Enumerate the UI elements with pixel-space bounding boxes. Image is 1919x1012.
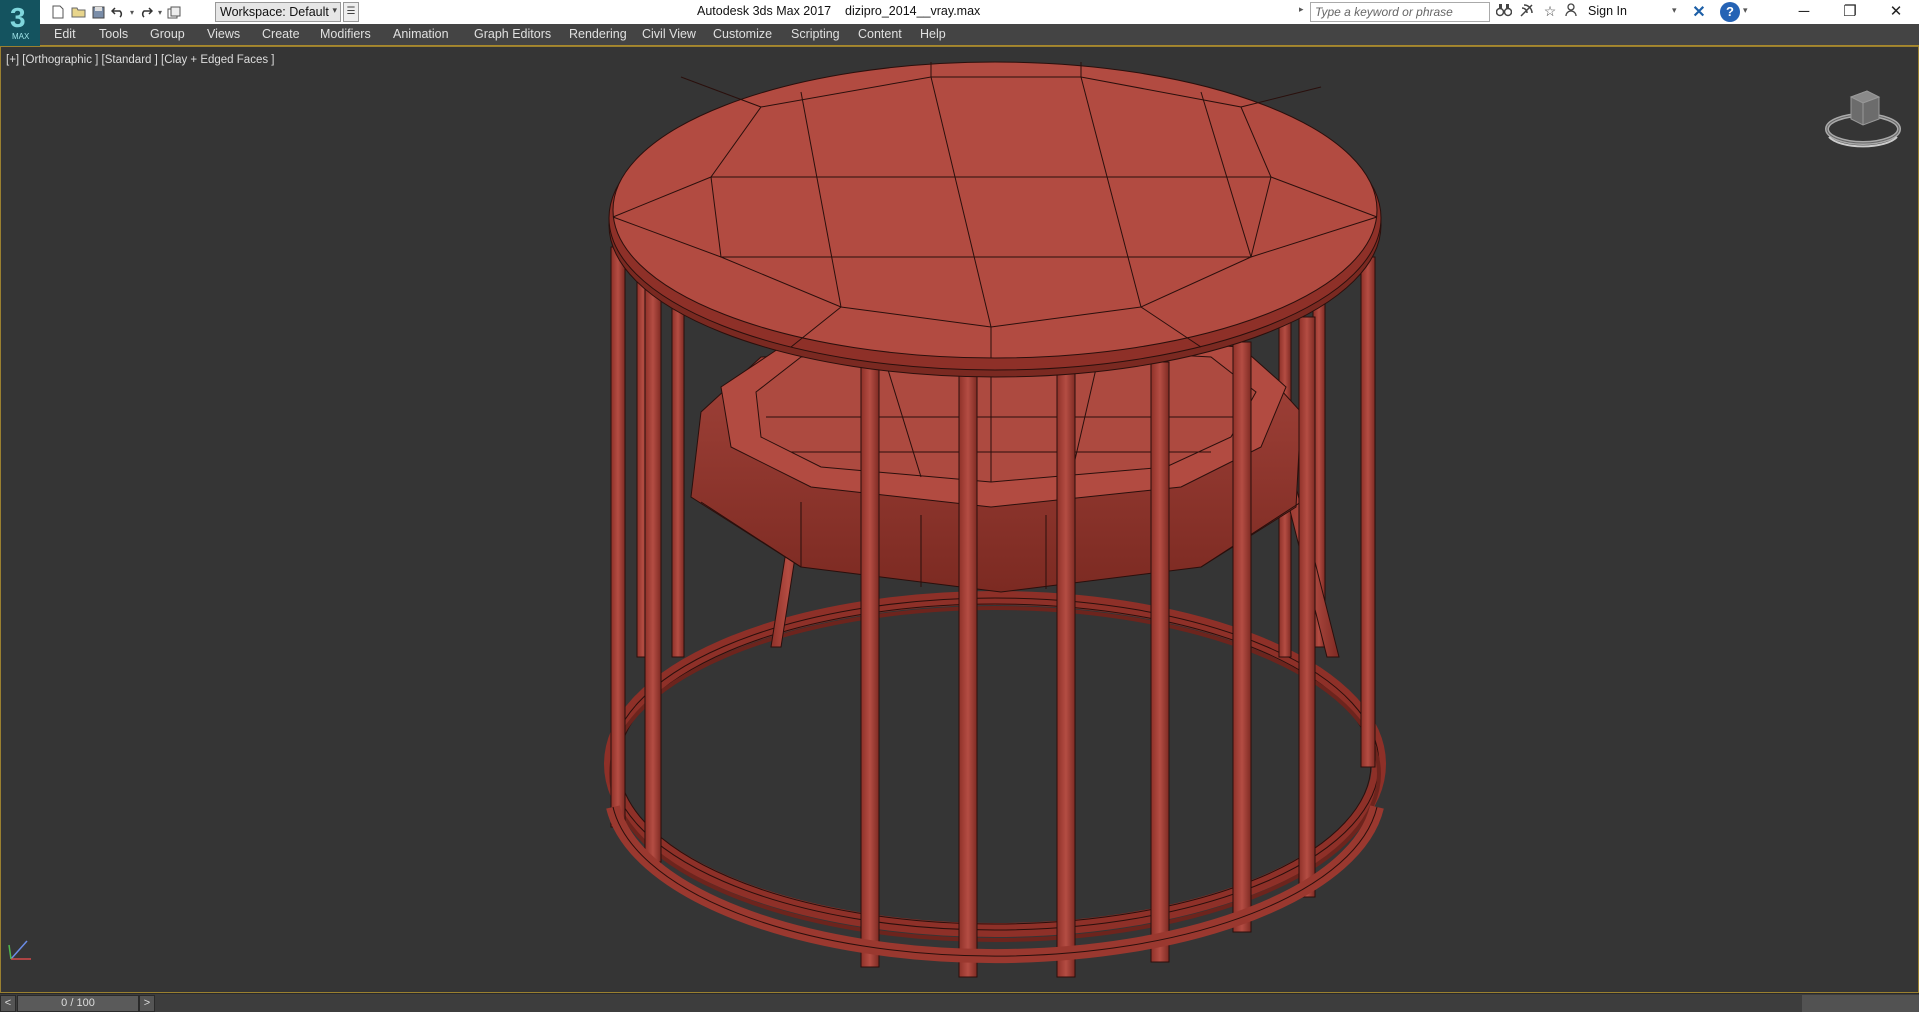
search-input[interactable]: Type a keyword or phrase: [1310, 2, 1490, 22]
previous-frame-button[interactable]: <: [0, 995, 16, 1012]
menu-bar: Edit Tools Group Views Create Modifiers …: [0, 24, 1919, 46]
next-frame-button[interactable]: >: [139, 995, 155, 1012]
close-button[interactable]: ✕: [1873, 0, 1919, 24]
menu-tools[interactable]: Tools: [99, 27, 128, 41]
axis-tripod-icon: [8, 940, 31, 960]
menu-rendering[interactable]: Rendering: [569, 27, 627, 41]
app-logo-text: 3: [10, 2, 26, 33]
title-bar: 3 MAX ▾ ▾ Workspace: Default ▾ ☰ Autodes…: [0, 0, 1919, 46]
workspace-label: Workspace: Default: [220, 5, 329, 19]
menu-create[interactable]: Create: [262, 27, 300, 41]
menu-graph-editors[interactable]: Graph Editors: [474, 27, 551, 41]
restore-button[interactable]: ❐: [1827, 0, 1873, 24]
search-placeholder: Type a keyword or phrase: [1315, 5, 1453, 19]
quick-access-toolbar: ▾ ▾: [48, 3, 184, 21]
help-button[interactable]: ?: [1720, 2, 1740, 22]
time-slider[interactable]: 0 / 100: [17, 995, 139, 1012]
minimize-button[interactable]: ─: [1781, 0, 1827, 24]
time-slider-bar: < 0 / 100 >: [0, 993, 1919, 1012]
app-logo-sub: MAX: [12, 32, 30, 41]
app-title: Autodesk 3ds Max 2017: [697, 4, 832, 18]
sign-in-dropdown-icon[interactable]: ▾: [1672, 5, 1677, 16]
table-model: [604, 61, 1386, 978]
redo-dropdown-icon[interactable]: ▾: [156, 8, 164, 17]
menu-scripting[interactable]: Scripting: [791, 27, 840, 41]
menu-content[interactable]: Content: [858, 27, 902, 41]
favorites-star-icon[interactable]: ☆: [1540, 3, 1560, 21]
viewcube-icon[interactable]: [1823, 77, 1903, 157]
sign-in-button[interactable]: Sign In: [1588, 4, 1627, 18]
open-file-icon[interactable]: [68, 3, 88, 21]
customize-quick-access-button[interactable]: ☰: [343, 2, 359, 22]
timeline-scrollbar[interactable]: [1802, 995, 1919, 1012]
undo-icon[interactable]: [108, 3, 128, 21]
menu-modifiers[interactable]: Modifiers: [320, 27, 371, 41]
communication-center-icon[interactable]: [1517, 3, 1537, 21]
tabletop: [612, 61, 1378, 359]
project-folder-icon[interactable]: [164, 3, 184, 21]
menu-group[interactable]: Group: [150, 27, 185, 41]
menu-civil-view[interactable]: Civil View: [642, 27, 696, 41]
user-icon: [1564, 3, 1578, 21]
search-expand-icon[interactable]: ▸: [1299, 4, 1304, 15]
undo-dropdown-icon[interactable]: ▾: [128, 8, 136, 17]
chevron-down-icon: ▾: [332, 5, 337, 15]
save-icon[interactable]: [88, 3, 108, 21]
binoculars-icon[interactable]: [1494, 3, 1514, 21]
menu-views[interactable]: Views: [207, 27, 240, 41]
menu-animation[interactable]: Animation: [393, 27, 449, 41]
perspective-viewport[interactable]: [+] [Orthographic ] [Standard ] [Clay + …: [0, 46, 1919, 993]
workspace-dropdown[interactable]: Workspace: Default ▾: [215, 2, 341, 22]
menu-edit[interactable]: Edit: [54, 27, 76, 41]
menu-customize[interactable]: Customize: [713, 27, 772, 41]
redo-icon[interactable]: [136, 3, 156, 21]
new-file-icon[interactable]: [48, 3, 68, 21]
window-title: Autodesk 3ds Max 2017 dizipro_2014__vray…: [697, 4, 980, 18]
menu-help[interactable]: Help: [920, 27, 946, 41]
app-logo-button[interactable]: 3 MAX: [0, 0, 40, 46]
file-name: dizipro_2014__vray.max: [845, 4, 981, 18]
help-dropdown-icon[interactable]: ▾: [1743, 5, 1748, 16]
autodesk-exchange-icon[interactable]: ✕: [1688, 2, 1710, 22]
base-ring: [604, 591, 1386, 942]
